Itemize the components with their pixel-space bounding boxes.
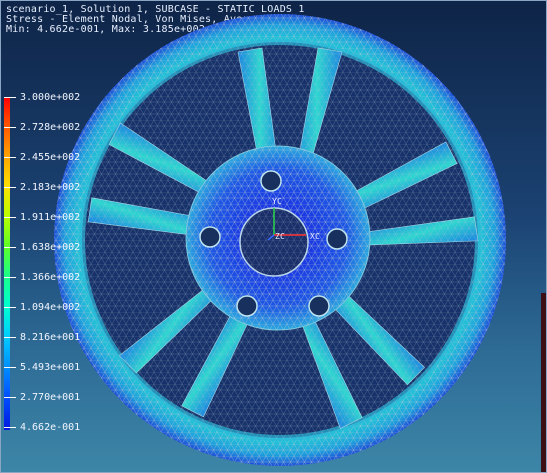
legend-tick [4, 187, 16, 188]
legend-tick [4, 337, 16, 338]
legend-label: 2.455e+002 [20, 152, 81, 163]
triad-y-label: YC [272, 197, 283, 206]
legend-label: 8.216e+001 [20, 332, 81, 343]
legend-tick [4, 217, 16, 218]
legend-tick [4, 157, 16, 158]
legend-label: 2.770e+001 [20, 392, 81, 403]
legend-label: 1.911e+002 [20, 212, 81, 223]
legend-label: 5.493e+001 [20, 362, 81, 373]
legend-tick [4, 307, 16, 308]
legend-tick [4, 97, 16, 98]
legend-tick [4, 397, 16, 398]
legend-label: 2.183e+002 [20, 182, 81, 193]
stress-color-legend: 3.000e+002 2.728e+002 2.455e+002 2.183e+… [0, 92, 120, 434]
window-edge [541, 293, 547, 473]
legend-label: 2.728e+002 [20, 122, 81, 133]
legend-label: 1.366e+002 [20, 272, 81, 283]
legend-tick [4, 247, 16, 248]
triad-z-label: ZC [275, 232, 286, 241]
triad-x-label: XC [310, 232, 321, 241]
legend-label: 1.638e+002 [20, 242, 81, 253]
legend-tick [4, 127, 16, 128]
legend-label: 4.662e-001 [20, 422, 81, 433]
graphics-viewport[interactable]: scenario_1, Solution 1, SUBCASE - STATIC… [0, 0, 547, 473]
legend-label: 1.094e+002 [20, 302, 81, 313]
legend-label: 3.000e+002 [20, 92, 81, 103]
legend-tick [4, 367, 16, 368]
legend-color-bar [4, 97, 10, 430]
legend-tick [4, 277, 16, 278]
legend-tick [4, 427, 16, 428]
